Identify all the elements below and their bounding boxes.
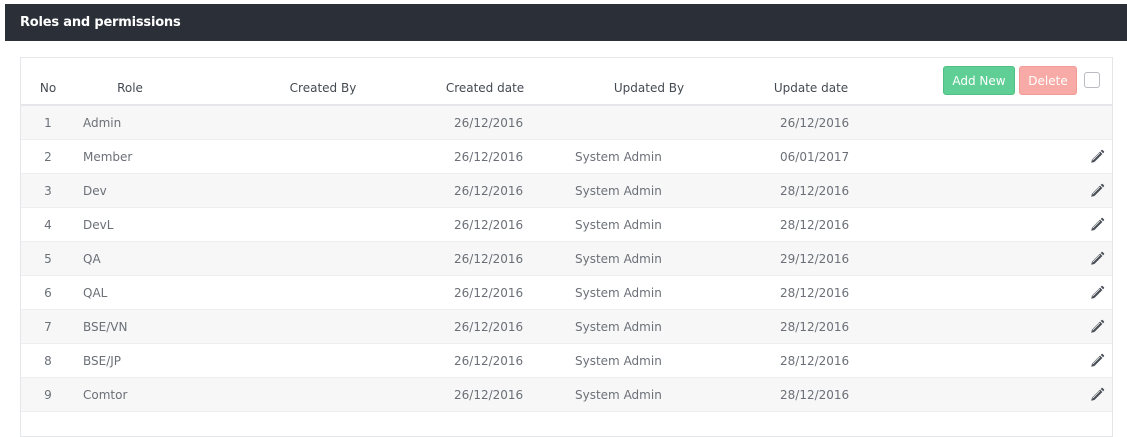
row-number: 2 [44,150,52,164]
table-row: 6 QAL 26/12/2016 System Admin 28/12/2016 [21,276,1112,310]
table-header: No Role Created By Created date Updated … [21,58,1112,106]
table-body: 1 Admin 26/12/2016 26/12/2016 2 Member 26/12/2… [21,106,1112,412]
row-number: 9 [44,388,52,402]
update-date: 26/12/2016 [780,116,850,130]
update-date: 28/12/2016 [780,218,850,232]
pencil-icon[interactable] [1089,217,1105,233]
role-name: Dev [83,184,107,198]
row-number: 8 [44,354,52,368]
pencil-icon[interactable] [1089,387,1105,403]
column-header-no: No [39,81,57,95]
update-date: 06/01/2017 [780,150,850,164]
created-date: 26/12/2016 [454,354,524,368]
row-number: 5 [44,252,52,266]
row-number: 4 [44,218,52,232]
role-name: DevL [83,218,114,232]
column-header-role: Role [117,81,143,95]
pencil-icon[interactable] [1089,285,1105,301]
created-date: 26/12/2016 [454,184,524,198]
updated-by: System Admin [575,388,662,402]
updated-by: System Admin [575,150,662,164]
role-name: QAL [83,286,108,300]
table-row: 9 Comtor 26/12/2016 System Admin 28/12/2016 [21,378,1112,412]
update-date: 28/12/2016 [780,184,850,198]
row-number: 6 [44,286,52,300]
pencil-icon[interactable] [1089,353,1105,369]
role-name: BSE/JP [83,354,122,368]
delete-button[interactable]: Delete [1019,66,1077,95]
table-row: 4 DevL 26/12/2016 System Admin 28/12/2016 [21,208,1112,242]
created-date: 26/12/2016 [454,150,524,164]
column-header-updated-by: Updated By [613,81,685,95]
update-date: 28/12/2016 [780,354,850,368]
panel-header: Roles and permissions [5,4,1127,41]
update-date: 29/12/2016 [780,252,850,266]
page-title: Roles and permissions [20,15,181,30]
table-row: 3 Dev 26/12/2016 System Admin 28/12/2016 [21,174,1112,208]
column-header-update-date: Update date [773,81,849,95]
updated-by: System Admin [575,354,662,368]
update-date: 28/12/2016 [780,388,850,402]
table-row: 2 Member 26/12/2016 System Admin 06/01/2017 [21,140,1112,174]
role-name: QA [83,252,101,266]
row-number: 7 [44,320,52,334]
created-date: 26/12/2016 [454,252,524,266]
created-date: 26/12/2016 [454,218,524,232]
updated-by: System Admin [575,184,662,198]
role-name: Member [83,150,133,164]
pencil-icon[interactable] [1089,149,1105,165]
updated-by: System Admin [575,252,662,266]
created-date: 26/12/2016 [454,116,524,130]
column-header-created-date: Created date [445,81,525,95]
updated-by: System Admin [575,218,662,232]
role-name: BSE/VN [83,320,128,334]
table-row: 8 BSE/JP 26/12/2016 System Admin 28/12/2016 [21,344,1112,378]
pencil-icon[interactable] [1089,319,1105,335]
pencil-icon[interactable] [1089,251,1105,267]
update-date: 28/12/2016 [780,320,850,334]
table-row: 7 BSE/VN 26/12/2016 System Admin 28/12/2016 [21,310,1112,344]
created-date: 26/12/2016 [454,286,524,300]
created-date: 26/12/2016 [454,388,524,402]
pencil-icon[interactable] [1089,183,1105,199]
created-date: 26/12/2016 [454,320,524,334]
updated-by: System Admin [575,320,662,334]
role-name: Admin [83,116,122,130]
table-row: 1 Admin 26/12/2016 26/12/2016 [21,106,1112,140]
roles-table: No Role Created By Created date Updated … [20,57,1113,437]
table-row: 5 QA 26/12/2016 System Admin 29/12/2016 [21,242,1112,276]
role-name: Comtor [83,388,128,402]
row-number: 3 [44,184,52,198]
update-date: 28/12/2016 [780,286,850,300]
select-all-checkbox[interactable] [1084,72,1100,88]
row-number: 1 [44,116,52,130]
add-new-button[interactable]: Add New [943,66,1015,95]
column-header-created-by: Created By [289,81,357,95]
updated-by: System Admin [575,286,662,300]
